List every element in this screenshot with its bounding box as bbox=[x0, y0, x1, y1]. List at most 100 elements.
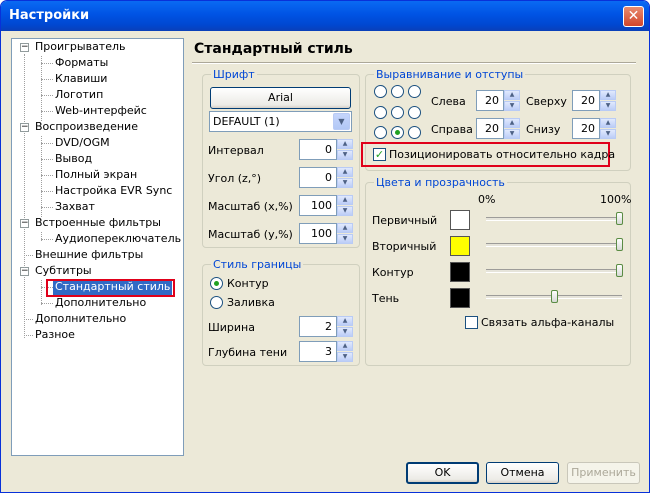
anchor-middle-center-radio[interactable] bbox=[391, 106, 404, 119]
tree-item-evr-sync[interactable]: Настройка EVR Sync bbox=[55, 183, 172, 199]
tree-item-misc[interactable]: Разное bbox=[35, 327, 75, 343]
spin-down-icon[interactable]: ▼ bbox=[337, 178, 353, 188]
interval-input[interactable]: 0 bbox=[299, 139, 337, 160]
anchor-bottom-right-radio[interactable] bbox=[408, 126, 421, 139]
angle-input[interactable]: 0 bbox=[299, 167, 337, 188]
left-margin-stepper[interactable]: 20 ▲ ▼ bbox=[476, 90, 521, 111]
spin-up-icon[interactable]: ▲ bbox=[337, 316, 353, 326]
tree-item-web[interactable]: Web-интерфейс bbox=[55, 103, 147, 119]
spin-up-icon[interactable]: ▲ bbox=[600, 90, 616, 100]
right-margin-stepper[interactable]: 20 ▲ ▼ bbox=[476, 118, 521, 139]
tree-item-subtitles-advanced[interactable]: Дополнительно bbox=[55, 295, 146, 311]
spin-down-icon[interactable]: ▼ bbox=[504, 129, 520, 139]
spin-down-icon[interactable]: ▼ bbox=[600, 129, 616, 139]
chevron-down-icon[interactable]: ▼ bbox=[333, 113, 350, 130]
anchor-top-right-radio[interactable] bbox=[408, 85, 421, 98]
interval-stepper[interactable]: 0 ▲ ▼ bbox=[299, 139, 354, 160]
spin-up-icon[interactable]: ▲ bbox=[504, 118, 520, 128]
tree-item-external-filters[interactable]: Внешние фильтры bbox=[35, 247, 143, 263]
scale-y-stepper[interactable]: 100 ▲ ▼ bbox=[299, 223, 354, 244]
outline-label[interactable]: Контур bbox=[227, 277, 269, 290]
left-margin-input[interactable]: 20 bbox=[476, 90, 504, 111]
spin-down-icon[interactable]: ▼ bbox=[337, 150, 353, 160]
anchor-top-center-radio[interactable] bbox=[391, 85, 404, 98]
spin-down-icon[interactable]: ▼ bbox=[504, 101, 520, 111]
tree-item-player[interactable]: Проигрыватель bbox=[35, 39, 126, 55]
secondary-color-label: Вторичный bbox=[372, 240, 437, 253]
tree-item-dvd[interactable]: DVD/OGM bbox=[55, 135, 110, 151]
spin-up-icon[interactable]: ▲ bbox=[337, 195, 353, 205]
tree-item-fullscreen[interactable]: Полный экран bbox=[55, 167, 137, 183]
spin-down-icon[interactable]: ▼ bbox=[600, 101, 616, 111]
outline-alpha-thumb[interactable] bbox=[616, 264, 623, 277]
scale-x-input[interactable]: 100 bbox=[299, 195, 337, 216]
tree-item-playback[interactable]: Воспроизведение bbox=[35, 119, 138, 135]
tree-item-subtitles[interactable]: Субтитры bbox=[35, 263, 92, 279]
apply-button[interactable]: Применить bbox=[567, 462, 640, 484]
tree-item-output[interactable]: Вывод bbox=[55, 151, 92, 167]
spin-down-icon[interactable]: ▼ bbox=[337, 234, 353, 244]
link-alpha-checkbox[interactable] bbox=[465, 316, 478, 329]
shadow-alpha-thumb[interactable] bbox=[551, 290, 558, 303]
tree-item-logo[interactable]: Логотип bbox=[55, 87, 103, 103]
top-margin-stepper[interactable]: 20 ▲ ▼ bbox=[572, 90, 617, 111]
spin-down-icon[interactable]: ▼ bbox=[337, 352, 353, 362]
scale-x-stepper[interactable]: 100 ▲ ▼ bbox=[299, 195, 354, 216]
anchor-top-left-radio[interactable] bbox=[374, 85, 387, 98]
anchor-middle-left-radio[interactable] bbox=[374, 106, 387, 119]
collapse-icon[interactable]: − bbox=[20, 123, 29, 132]
width-label: Ширина bbox=[208, 321, 255, 334]
tree-item-advanced[interactable]: Дополнительно bbox=[35, 311, 126, 327]
width-input[interactable]: 2 bbox=[299, 316, 337, 337]
top-margin-input[interactable]: 20 bbox=[572, 90, 600, 111]
spin-up-icon[interactable]: ▲ bbox=[504, 90, 520, 100]
outline-alpha-slider[interactable] bbox=[486, 269, 622, 273]
primary-alpha-thumb[interactable] bbox=[616, 212, 623, 225]
collapse-icon[interactable]: − bbox=[20, 43, 29, 52]
shadow-color-swatch[interactable] bbox=[450, 288, 470, 308]
anchor-bottom-center-radio[interactable] bbox=[391, 126, 404, 139]
outline-radio[interactable] bbox=[210, 277, 223, 290]
spin-up-icon[interactable]: ▲ bbox=[600, 118, 616, 128]
right-margin-input[interactable]: 20 bbox=[476, 118, 504, 139]
spin-up-icon[interactable]: ▲ bbox=[337, 223, 353, 233]
collapse-icon[interactable]: − bbox=[20, 267, 29, 276]
tree-item-keys[interactable]: Клавиши bbox=[55, 71, 107, 87]
secondary-color-swatch[interactable] bbox=[450, 236, 470, 256]
spin-up-icon[interactable]: ▲ bbox=[337, 167, 353, 177]
secondary-alpha-thumb[interactable] bbox=[616, 238, 623, 251]
charset-select[interactable]: DEFAULT (1) ▼ bbox=[209, 111, 352, 132]
alignment-group: Выравнивание и отступы Слева 20 ▲ ▼ Сверх… bbox=[361, 68, 631, 171]
anchor-middle-right-radio[interactable] bbox=[408, 106, 421, 119]
width-stepper[interactable]: 2 ▲ ▼ bbox=[299, 316, 354, 337]
primary-alpha-slider[interactable] bbox=[486, 217, 622, 221]
spin-up-icon[interactable]: ▲ bbox=[337, 139, 353, 149]
cancel-button[interactable]: Отмена bbox=[486, 462, 559, 484]
tree-item-internal-filters[interactable]: Встроенные фильтры bbox=[35, 215, 161, 231]
spin-down-icon[interactable]: ▼ bbox=[337, 206, 353, 216]
tree-item-audio-switcher[interactable]: Аудиопереключатель bbox=[55, 231, 181, 247]
anchor-bottom-left-radio[interactable] bbox=[374, 126, 387, 139]
collapse-icon[interactable]: − bbox=[20, 219, 29, 228]
fill-radio[interactable] bbox=[210, 296, 223, 309]
primary-color-swatch[interactable] bbox=[450, 210, 470, 230]
link-alpha-label[interactable]: Связать альфа-каналы bbox=[481, 316, 614, 329]
outline-color-swatch[interactable] bbox=[450, 262, 470, 282]
shadow-depth-stepper[interactable]: 3 ▲ ▼ bbox=[299, 341, 354, 362]
angle-stepper[interactable]: 0 ▲ ▼ bbox=[299, 167, 354, 188]
ok-button[interactable]: OK bbox=[406, 462, 479, 484]
fill-label[interactable]: Заливка bbox=[227, 296, 275, 309]
scale-y-input[interactable]: 100 bbox=[299, 223, 337, 244]
shadow-depth-input[interactable]: 3 bbox=[299, 341, 337, 362]
position-relative-label[interactable]: Позиционировать относительно кадра bbox=[389, 148, 615, 161]
bottom-margin-input[interactable]: 20 bbox=[572, 118, 600, 139]
tree-item-formats[interactable]: Форматы bbox=[55, 55, 108, 71]
close-button[interactable]: ✕ bbox=[623, 6, 644, 27]
position-relative-checkbox[interactable]: ✓ bbox=[373, 148, 386, 161]
bottom-margin-stepper[interactable]: 20 ▲ ▼ bbox=[572, 118, 617, 139]
spin-down-icon[interactable]: ▼ bbox=[337, 327, 353, 337]
font-button[interactable]: Arial bbox=[210, 87, 351, 109]
spin-up-icon[interactable]: ▲ bbox=[337, 341, 353, 351]
secondary-alpha-slider[interactable] bbox=[486, 243, 622, 247]
tree-item-capture[interactable]: Захват bbox=[55, 199, 95, 215]
